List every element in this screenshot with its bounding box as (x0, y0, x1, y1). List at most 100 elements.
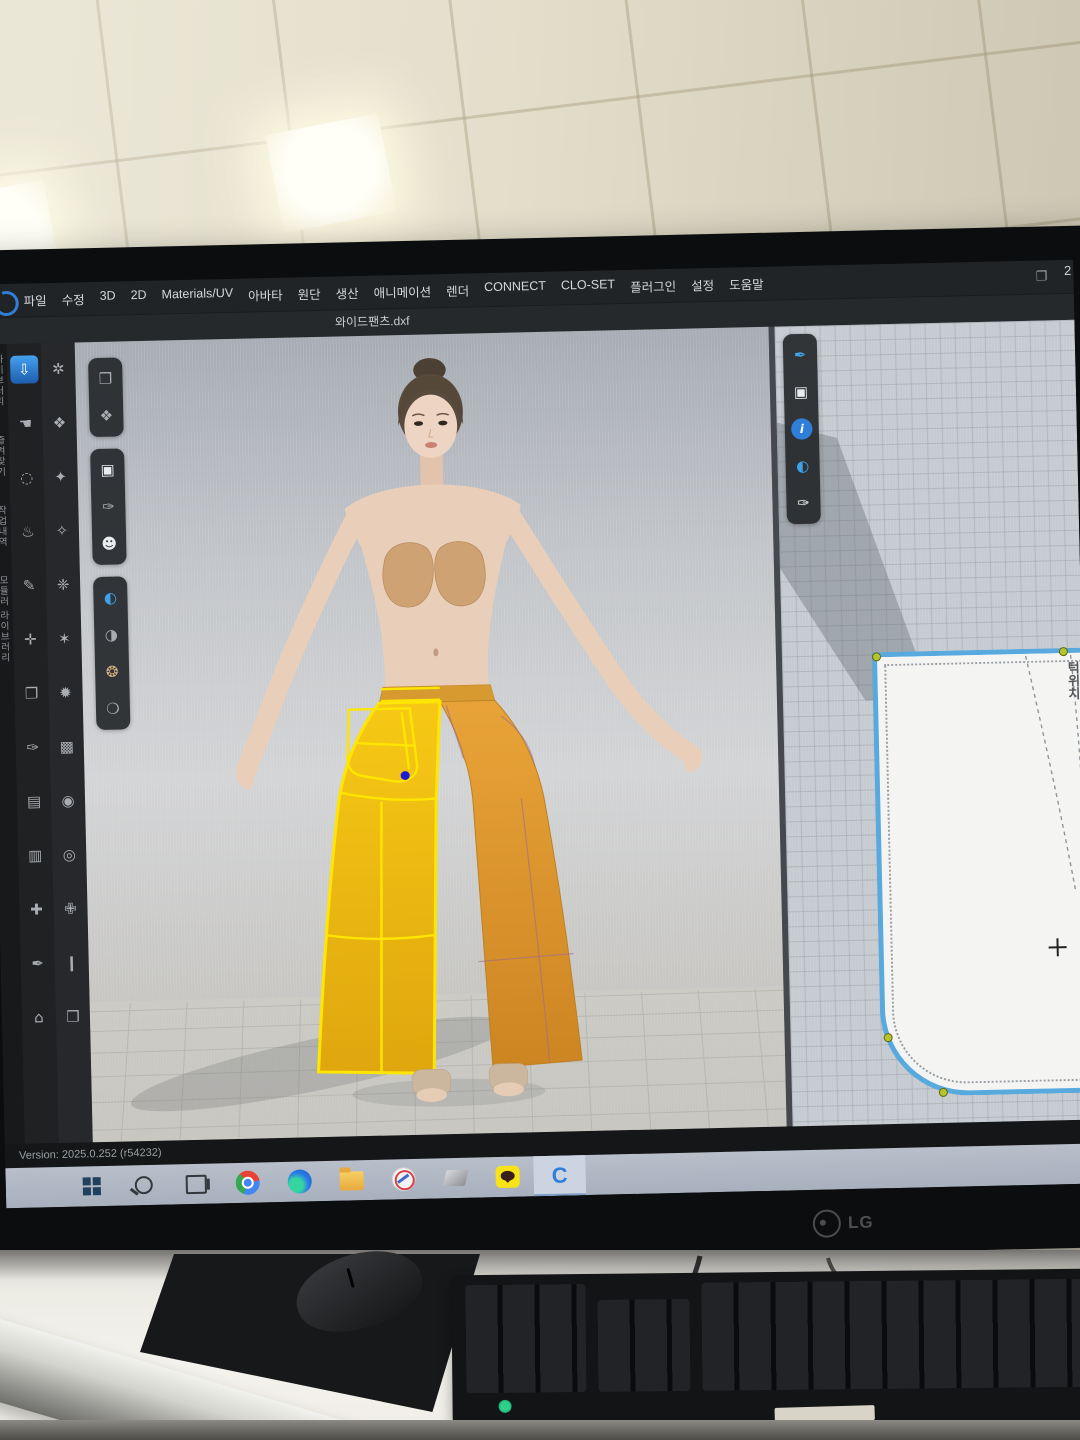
pants-left-leg-selected[interactable] (310, 702, 448, 1076)
steam-iron-tool-icon[interactable]: ♨ (14, 517, 43, 546)
sidebar-tab[interactable]: 즐겨찾기 (0, 435, 7, 477)
chrome-icon[interactable] (221, 1162, 274, 1203)
sidebar-tab[interactable]: 라이브러리 (0, 354, 5, 407)
pin-view-icon[interactable]: ✑ (94, 492, 123, 521)
keyboard-led (499, 1400, 512, 1413)
avatar-pose-tool-icon[interactable]: ✲ (44, 355, 73, 384)
keyboard-alpha-keys (701, 1279, 1080, 1391)
clo-logo-icon (0, 287, 23, 320)
edge-icon[interactable] (273, 1161, 326, 1202)
show-ground-globe-icon[interactable]: ❍ (99, 694, 128, 723)
show-avatar-group: ◐ ◑ ❂ ❍ (93, 576, 130, 730)
select-move-tool-icon[interactable]: ⇩ (10, 355, 39, 384)
lg-logo: LG (813, 1209, 874, 1238)
kakaotalk-icon[interactable] (481, 1156, 534, 1197)
cursor-crosshair (1048, 938, 1066, 956)
edit-pattern-pen-icon[interactable]: ✒ (786, 341, 815, 370)
menu-item[interactable]: 생산 (335, 283, 358, 303)
left-arm (241, 520, 360, 769)
lg-monitor: 파일 수정 3D 2D Materials/UV 아바타 원단 생산 애니메이션 렌더 CONNEC… (0, 225, 1080, 1273)
menu-item[interactable]: 도움말 (729, 274, 764, 294)
sidebar-tab[interactable]: 작업내역 (0, 505, 8, 547)
garment-fit-tool-icon[interactable]: ✧ (48, 516, 77, 545)
measure-tool-icon[interactable]: ✛ (16, 625, 45, 654)
pattern-internal-lines (877, 648, 1080, 1092)
task-view-icon[interactable] (169, 1163, 222, 1204)
clo3d-application-window: 파일 수정 3D 2D Materials/UV 아바타 원단 생산 애니메이션 렌더 CONNEC… (0, 260, 1080, 1208)
file-explorer-icon[interactable] (325, 1160, 378, 1201)
version-text: Version: 2025.0.252 (r54232) (19, 1147, 162, 1162)
torso (344, 483, 525, 688)
view-gizmo-group: ❒❖ (88, 357, 124, 437)
stitch-tool-icon[interactable]: ✚ (22, 895, 51, 924)
search-icon[interactable] (117, 1165, 170, 1206)
menu-item[interactable]: 원단 (297, 284, 320, 304)
pen-tool-icon[interactable]: ✒ (23, 949, 52, 978)
sewing-machine-tool-icon[interactable]: ✎ (15, 571, 44, 600)
lg-brand-text: LG (848, 1213, 874, 1234)
clo-letter: C (551, 1162, 567, 1188)
garment-strain-tool-icon[interactable]: ✶ (50, 624, 79, 653)
simulate-garment-tool-icon[interactable]: ❖ (45, 409, 74, 438)
viewport-3d[interactable]: ❒❖ ▣✑☻ ◐◑❂❍ (75, 327, 787, 1143)
keyboard-numpad (465, 1284, 586, 1393)
pattern-point[interactable] (939, 1088, 948, 1097)
pattern-info-icon[interactable]: i (787, 415, 816, 444)
clo-app-icon-active[interactable]: C (533, 1155, 586, 1196)
dock-window-icon[interactable]: ❐ (1036, 268, 1048, 284)
start-button[interactable] (65, 1166, 118, 1207)
garment-drape-tool-icon[interactable]: ✦ (46, 462, 75, 491)
menu-item[interactable]: Materials/UV (161, 286, 233, 307)
menu-item[interactable]: 3D (99, 289, 115, 308)
grading-tool-icon[interactable]: ⌂ (25, 1003, 54, 1032)
buttonhole-tool-icon[interactable]: ◎ (55, 840, 84, 869)
texture-shirt-tool-icon[interactable]: ▩ (53, 732, 82, 761)
desk (0, 1250, 1080, 1440)
menu-item[interactable]: 애니메이션 (373, 281, 431, 301)
zipper-puller-tool-icon[interactable]: ❙ (57, 948, 86, 977)
pants-pattern-piece[interactable]: 턱위치 (872, 643, 1080, 1097)
menu-item[interactable]: 2D (130, 288, 146, 307)
show-fabric-icon[interactable]: ◐ (788, 452, 817, 481)
menu-item[interactable]: 플러그인 (630, 276, 676, 296)
pin-pattern-icon[interactable]: ✑ (789, 489, 818, 518)
sidebar-tab[interactable]: 모듈러 라이브러리 (0, 575, 11, 663)
menu-item[interactable]: CONNECT (484, 279, 546, 299)
floor (90, 986, 787, 1142)
lg-ring-icon (813, 1209, 842, 1238)
viewer-app-icon[interactable] (429, 1157, 482, 1198)
menu-item[interactable]: 파일 (23, 290, 46, 310)
menu-item[interactable]: 수정 (61, 289, 84, 309)
zipper-tool-icon[interactable]: ✙ (56, 894, 85, 923)
show-mannequin-icon[interactable]: ❂ (98, 657, 127, 686)
show-fabric-blue-icon[interactable]: ◐ (96, 583, 125, 612)
fabric-tool-icon[interactable]: ▤ (20, 787, 49, 816)
menu-item[interactable]: CLO-SET (561, 277, 616, 297)
pattern-cad-app-icon[interactable] (377, 1159, 430, 1200)
show-avatar-icon[interactable]: ☻ (95, 529, 124, 558)
menu-item[interactable]: 아바타 (248, 285, 283, 305)
show-fabric-gray-icon[interactable]: ◑ (97, 620, 126, 649)
lasso-select-tool-icon[interactable]: ◌ (12, 463, 41, 492)
garment-outline-icon[interactable]: ❖ (92, 401, 121, 430)
menu-item[interactable]: 렌더 (446, 280, 469, 300)
bra-left-cup (382, 542, 434, 608)
avatar-3d-model[interactable] (75, 327, 787, 1143)
pattern-annotation: 턱위치 (1063, 661, 1080, 700)
show-pattern-icon[interactable]: ▣ (787, 378, 816, 407)
keyboard (451, 1269, 1080, 1428)
fold-arrangement-tool-icon[interactable]: ❐ (17, 679, 46, 708)
gizmo-cube-icon[interactable]: ❒ (91, 364, 120, 393)
trim-tool-icon[interactable]: ✹ (51, 678, 80, 707)
viewport-2d[interactable]: ✒ ▣ i ◐ ✑ 턱위치 (774, 320, 1080, 1127)
fabric-roll-tool-icon[interactable]: ❒ (59, 1002, 88, 1031)
photo-scene: 파일 수정 3D 2D Materials/UV 아바타 원단 생산 애니메이션 렌더 CONNEC… (0, 0, 1080, 1440)
corner-partial-text: 2 (1064, 263, 1072, 278)
pin-tool-icon[interactable]: ✑ (19, 733, 48, 762)
layer-tool-icon[interactable]: ▥ (21, 841, 50, 870)
garment-pressure-tool-icon[interactable]: ❈ (49, 570, 78, 599)
menu-item[interactable]: 설정 (691, 275, 714, 295)
button-tool-icon[interactable]: ◉ (54, 786, 83, 815)
show-garment-icon[interactable]: ▣ (93, 455, 122, 484)
hand-pan-tool-icon[interactable]: ☚ (11, 409, 40, 438)
